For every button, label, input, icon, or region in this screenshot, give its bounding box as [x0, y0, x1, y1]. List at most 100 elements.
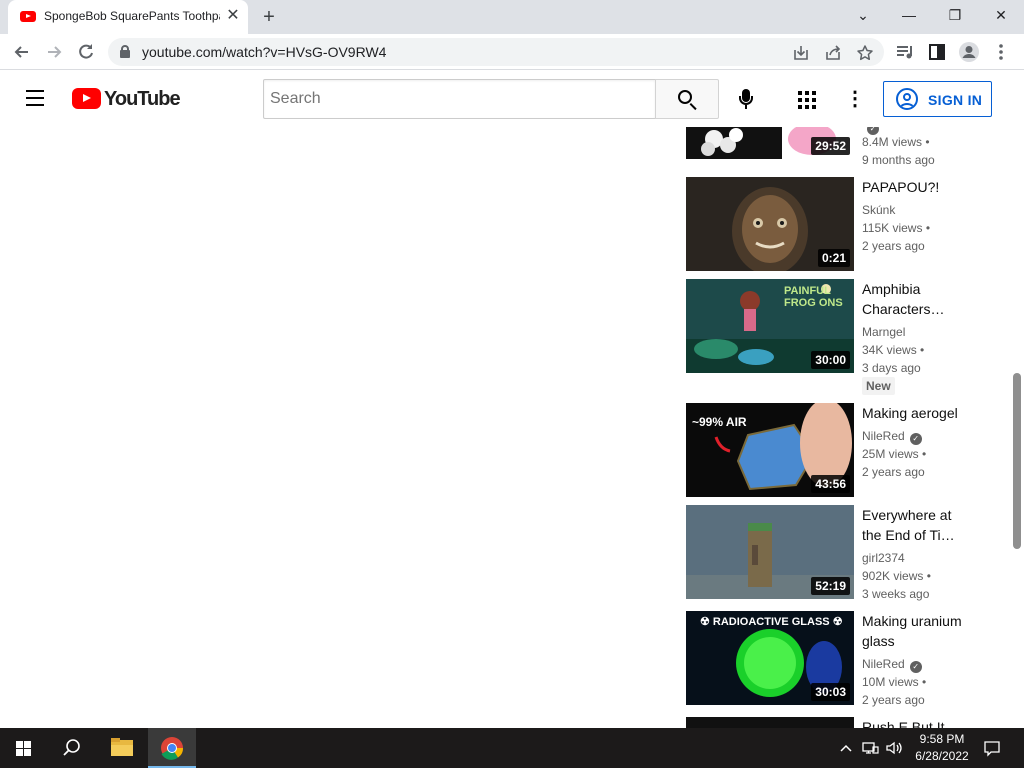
- browser-tab[interactable]: SpongeBob SquarePants Toothpaste ✕: [8, 0, 248, 34]
- video-duration: 30:00: [811, 351, 850, 369]
- clock-time: 9:58 PM: [919, 732, 965, 746]
- video-age: 2 years ago: [862, 693, 925, 707]
- new-tab-button[interactable]: +: [256, 5, 282, 29]
- search-icon: [678, 90, 692, 104]
- video-age: 2 years ago: [862, 239, 925, 253]
- microphone-icon[interactable]: [734, 87, 758, 111]
- youtube-logo-text: YouTube: [104, 88, 181, 110]
- video-channel[interactable]: NileRed ✓: [862, 429, 922, 445]
- share-icon[interactable]: [822, 42, 844, 64]
- video-duration: 52:19: [811, 577, 850, 595]
- video-age: 3 weeks ago: [862, 587, 930, 601]
- forward-icon[interactable]: [40, 38, 68, 66]
- video-item[interactable]: 29:52 ✓ 8.4M views • 9 months ago: [686, 127, 996, 167]
- video-thumbnail[interactable]: PAINFUL FROG ONS 30:00: [686, 279, 854, 373]
- video-item[interactable]: Rush E But It: [686, 717, 996, 728]
- menu-icon[interactable]: [989, 40, 1013, 64]
- video-title[interactable]: Rush E But It: [862, 717, 972, 728]
- video-channel[interactable]: Skúnk: [862, 203, 895, 217]
- tab-title: SpongeBob SquarePants Toothpaste: [44, 9, 220, 23]
- video-item[interactable]: 52:19 Everywhere at the End of Ti… girl2…: [686, 505, 996, 605]
- hamburger-menu-icon[interactable]: [24, 89, 46, 107]
- apps-grid-icon[interactable]: [798, 91, 816, 109]
- video-thumbnail[interactable]: ☢ RADIOACTIVE GLASS ☢ 30:03: [686, 611, 854, 705]
- browser-tab-strip: SpongeBob SquarePants Toothpaste ✕ + ⌄ —…: [0, 0, 1024, 34]
- video-views: 115K views •: [862, 221, 931, 235]
- address-bar[interactable]: youtube.com/watch?v=HVsG-OV9RW4: [108, 38, 884, 66]
- verified-check-icon: ✓: [909, 433, 922, 445]
- video-thumbnail[interactable]: 29:52: [686, 127, 854, 159]
- volume-icon[interactable]: [884, 738, 904, 758]
- search-input[interactable]: [264, 80, 655, 118]
- video-item[interactable]: 0:21 PAPAPOU?! Skúnk 115K views • 2 year…: [686, 177, 996, 277]
- sign-in-label: SIGN IN: [928, 92, 983, 108]
- video-views: 8.4M views •: [862, 135, 930, 149]
- video-thumbnail[interactable]: 0:21: [686, 177, 854, 271]
- video-channel[interactable]: girl2374: [862, 551, 905, 565]
- video-item[interactable]: ☢ RADIOACTIVE GLASS ☢ 30:03 Making urani…: [686, 611, 996, 711]
- sign-in-button[interactable]: SIGN IN: [883, 81, 992, 117]
- video-title[interactable]: Everywhere at the End of Ti…: [862, 505, 962, 545]
- video-views: 10M views •: [862, 675, 927, 689]
- video-thumbnail[interactable]: [686, 717, 854, 728]
- video-age: 9 months ago: [862, 153, 935, 167]
- video-title[interactable]: PAPAPOU?!: [862, 177, 972, 197]
- tab-search-button[interactable]: ⌄: [840, 0, 886, 30]
- tab-close-icon[interactable]: ✕: [224, 7, 242, 25]
- windows-taskbar: 9:58 PM 6/28/2022: [0, 728, 1024, 768]
- video-views: 902K views •: [862, 569, 931, 583]
- video-duration: 43:56: [811, 475, 850, 493]
- video-duration: 0:21: [817, 249, 850, 267]
- bookmark-star-icon[interactable]: [854, 42, 876, 64]
- network-icon[interactable]: [860, 738, 880, 758]
- account-icon: [896, 88, 918, 110]
- new-badge: New: [862, 377, 895, 395]
- url-text[interactable]: youtube.com/watch?v=HVsG-OV9RW4: [142, 44, 386, 60]
- youtube-header: YouTube ⋮ SIGN IN: [0, 71, 1024, 127]
- thumbnail-text: ~99% AIR: [692, 415, 747, 429]
- search-button[interactable]: [655, 79, 719, 119]
- taskbar-clock[interactable]: 9:58 PM 6/28/2022: [912, 731, 972, 765]
- windows-start-icon[interactable]: [0, 728, 48, 768]
- video-views: 34K views •: [862, 343, 925, 357]
- minimize-button[interactable]: —: [886, 0, 932, 30]
- video-title[interactable]: Making uranium glass: [862, 611, 962, 651]
- video-item[interactable]: PAINFUL FROG ONS 30:00 Amphibia Characte…: [686, 279, 996, 399]
- reload-icon[interactable]: [72, 38, 100, 66]
- chevron-up-icon[interactable]: [836, 738, 856, 758]
- search-box[interactable]: [263, 79, 656, 119]
- video-thumbnail[interactable]: 52:19: [686, 505, 854, 599]
- video-channel[interactable]: NileRed ✓: [862, 657, 922, 673]
- video-age: 3 days ago: [862, 361, 921, 375]
- side-panel-icon[interactable]: [925, 40, 949, 64]
- youtube-favicon-icon: [20, 11, 36, 22]
- notification-icon[interactable]: [982, 738, 1002, 758]
- search-icon[interactable]: [48, 728, 96, 768]
- install-icon[interactable]: [790, 42, 812, 64]
- thumbnail-text: ☢ RADIOACTIVE GLASS ☢: [700, 616, 843, 628]
- youtube-logo[interactable]: YouTube: [72, 87, 181, 111]
- close-window-button[interactable]: ✕: [978, 0, 1024, 30]
- clock-date: 6/28/2022: [915, 749, 969, 763]
- video-thumbnail[interactable]: ~99% AIR 43:56: [686, 403, 854, 497]
- profile-icon[interactable]: [957, 40, 981, 64]
- video-views: 25M views •: [862, 447, 927, 461]
- video-title[interactable]: Amphibia Characters…: [862, 279, 972, 319]
- lock-icon[interactable]: [120, 45, 130, 58]
- youtube-play-icon: [72, 88, 101, 109]
- media-icon[interactable]: [893, 40, 917, 64]
- video-channel[interactable]: Marngel: [862, 325, 905, 339]
- browser-toolbar: youtube.com/watch?v=HVsG-OV9RW4: [0, 34, 1024, 70]
- page-content: 29:52 ✓ 8.4M views • 9 months ago 0:21 P…: [0, 127, 1024, 728]
- thumbnail-text: PAINFUL FROG ONS: [784, 285, 843, 309]
- back-icon[interactable]: [8, 38, 36, 66]
- video-duration: 29:52: [811, 137, 850, 155]
- video-title[interactable]: Making aerogel: [862, 403, 982, 423]
- video-age: 2 years ago: [862, 465, 925, 479]
- maximize-button[interactable]: ❐: [932, 0, 978, 30]
- file-explorer-icon[interactable]: [98, 728, 146, 768]
- chrome-icon[interactable]: [148, 728, 196, 768]
- video-item[interactable]: ~99% AIR 43:56 Making aerogel NileRed ✓ 2…: [686, 403, 996, 503]
- scrollbar-thumb[interactable]: [1013, 373, 1021, 549]
- settings-more-icon[interactable]: ⋮: [844, 87, 866, 111]
